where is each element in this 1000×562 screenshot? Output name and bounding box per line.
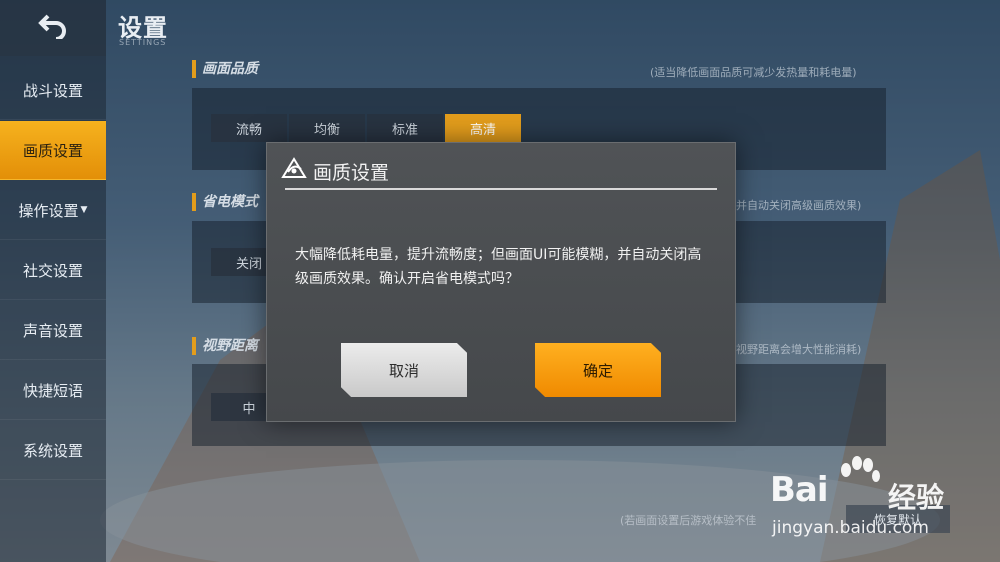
back-arrow-icon [38,13,68,43]
caret-down-icon: ▼ [80,205,88,215]
dialog-message: 大幅降低耗电量，提升流畅度；但画面UI可能模糊，并自动关闭高级画质效果。确认开启… [295,247,702,287]
paw-logo-icon [836,456,882,506]
game-logo-icon [281,157,307,185]
sidebar: 战斗设置 画质设置 操作设置 ▼ 社交设置 声音设置 快捷短语 系统设置 [0,0,106,562]
confirm-button[interactable]: 确定 [535,343,661,397]
confirm-dialog: 画质设置 大幅降低耗电量，提升流畅度；但画面UI可能模糊，并自动关闭高级画质效果… [266,142,736,422]
bottom-note: (若画面设置后游戏体验不佳 [620,514,757,527]
sidebar-item-combat[interactable]: 战斗设置 [0,61,106,120]
sidebar-item-label: 战斗设置 [22,81,83,100]
watermark-url: jingyan.baidu.com [772,518,929,538]
sidebar-item-social[interactable]: 社交设置 [0,241,106,300]
confirm-button-label: 确定 [582,361,613,380]
sidebar-item-system[interactable]: 系统设置 [0,421,106,480]
baidu-jingyan-watermark: Bai 经验 jingyan.baidu.com [770,456,990,546]
sidebar-item-sound[interactable]: 声音设置 [0,301,106,360]
section-title-view-distance: 视野距离 [192,337,258,355]
watermark-brand: Bai [770,470,829,510]
sidebar-item-label: 快捷短语 [22,381,83,400]
back-button[interactable] [0,0,106,56]
section-title-quality: 画面品质 [192,60,258,78]
dialog-title: 画质设置 [313,161,390,184]
sidebar-item-label: 操作设置 [18,201,79,220]
cancel-button-label: 取消 [388,361,419,380]
sidebar-item-label: 系统设置 [22,441,83,460]
quality-option-standard[interactable]: 标准 [367,114,443,142]
sidebar-item-label: 社交设置 [22,261,83,280]
dialog-divider [285,188,717,190]
sidebar-item-label: 画质设置 [22,141,83,160]
quality-segmented-control: 流畅 均衡 标准 高清 [211,114,523,142]
sidebar-item-controls[interactable]: 操作设置 ▼ [0,181,106,240]
section-note-quality: (适当降低画面品质可减少发热量和耗电量) [650,66,857,79]
section-note-view-distance: 视野距离会增大性能消耗) [736,343,862,356]
dialog-header: 画质设置 [281,157,389,185]
watermark-brand-suffix: 经验 [888,481,945,514]
sidebar-item-graphics[interactable]: 画质设置 [0,121,106,180]
section-note-power-saving: 并自动关闭高级画质效果) [736,199,862,212]
quality-option-balanced[interactable]: 均衡 [289,114,365,142]
sidebar-item-label: 声音设置 [22,321,83,340]
sidebar-item-quick-phrases[interactable]: 快捷短语 [0,361,106,420]
quality-option-hd[interactable]: 高清 [445,114,521,142]
quality-option-smooth[interactable]: 流畅 [211,114,287,142]
section-title-power-saving: 省电模式 [192,193,258,211]
page-subtitle: SETTINGS [119,38,167,47]
cancel-button[interactable]: 取消 [341,343,467,397]
